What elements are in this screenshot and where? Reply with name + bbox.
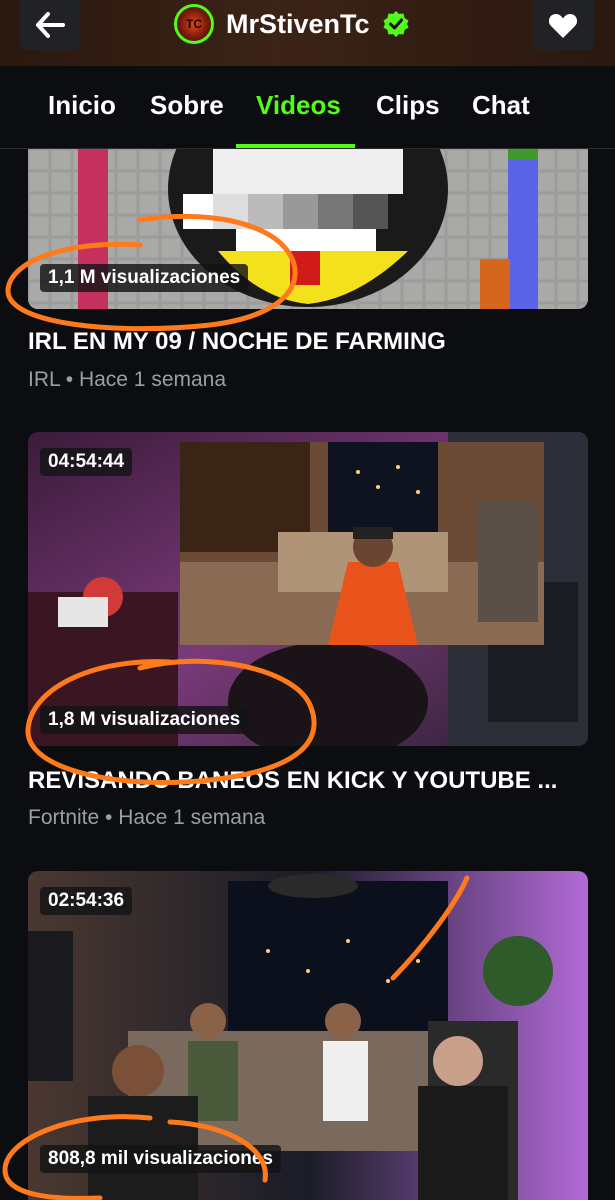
back-button[interactable] — [20, 0, 80, 50]
channel-name: MrStivenTc — [226, 8, 370, 39]
follow-heart-button[interactable] — [533, 0, 593, 50]
active-tab-indicator — [236, 144, 355, 148]
avatar[interactable]: TC — [174, 4, 214, 44]
view-count-badge: 808,8 mil visualizaciones — [40, 1145, 281, 1173]
tab-inicio[interactable]: Inicio — [48, 90, 116, 121]
stream-thumbnail-image — [28, 432, 588, 746]
tab-videos[interactable]: Videos — [256, 90, 341, 121]
video-thumbnail[interactable]: 1,1 M visualizaciones — [28, 149, 588, 309]
video-thumbnail[interactable]: 02:54:36 808,8 mil visualizaciones — [28, 871, 588, 1200]
arrow-left-icon — [36, 12, 65, 38]
tab-sobre[interactable]: Sobre — [150, 90, 224, 121]
video-meta: Fortnite • Hace 1 semana — [28, 806, 265, 830]
tab-clips[interactable]: Clips — [376, 90, 440, 121]
video-category[interactable]: Fortnite — [28, 806, 99, 829]
view-count-badge: 1,8 M visualizaciones — [40, 706, 249, 734]
duration-badge: 04:54:44 — [40, 448, 133, 476]
channel-info[interactable]: TC MrStivenTc — [174, 2, 410, 46]
verified-badge-icon — [383, 11, 409, 37]
meta-separator: • — [105, 806, 113, 829]
channel-tabs: Inicio Sobre Videos Clips Chat — [0, 66, 615, 149]
duration-badge: 02:54:36 — [40, 887, 133, 915]
tab-chat[interactable]: Chat — [472, 90, 530, 121]
channel-header: TC MrStivenTc — [0, 0, 615, 66]
video-age: Hace 1 semana — [118, 806, 266, 829]
view-count-badge: 1,1 M visualizaciones — [40, 264, 249, 292]
video-title[interactable]: IRL EN MY 09 / NOCHE DE FARMING — [28, 328, 588, 356]
video-meta: IRL • Hace 1 semana — [28, 368, 226, 392]
video-age: Hace 1 semana — [78, 368, 227, 391]
video-category[interactable]: IRL — [28, 368, 60, 391]
video-title[interactable]: REVISANDO BANEOS EN KICK Y YOUTUBE ... — [28, 767, 588, 795]
video-thumbnail[interactable]: 04:54:44 1,8 M visualizaciones — [28, 432, 588, 746]
heart-icon — [548, 13, 578, 38]
meta-separator: • — [65, 368, 74, 391]
